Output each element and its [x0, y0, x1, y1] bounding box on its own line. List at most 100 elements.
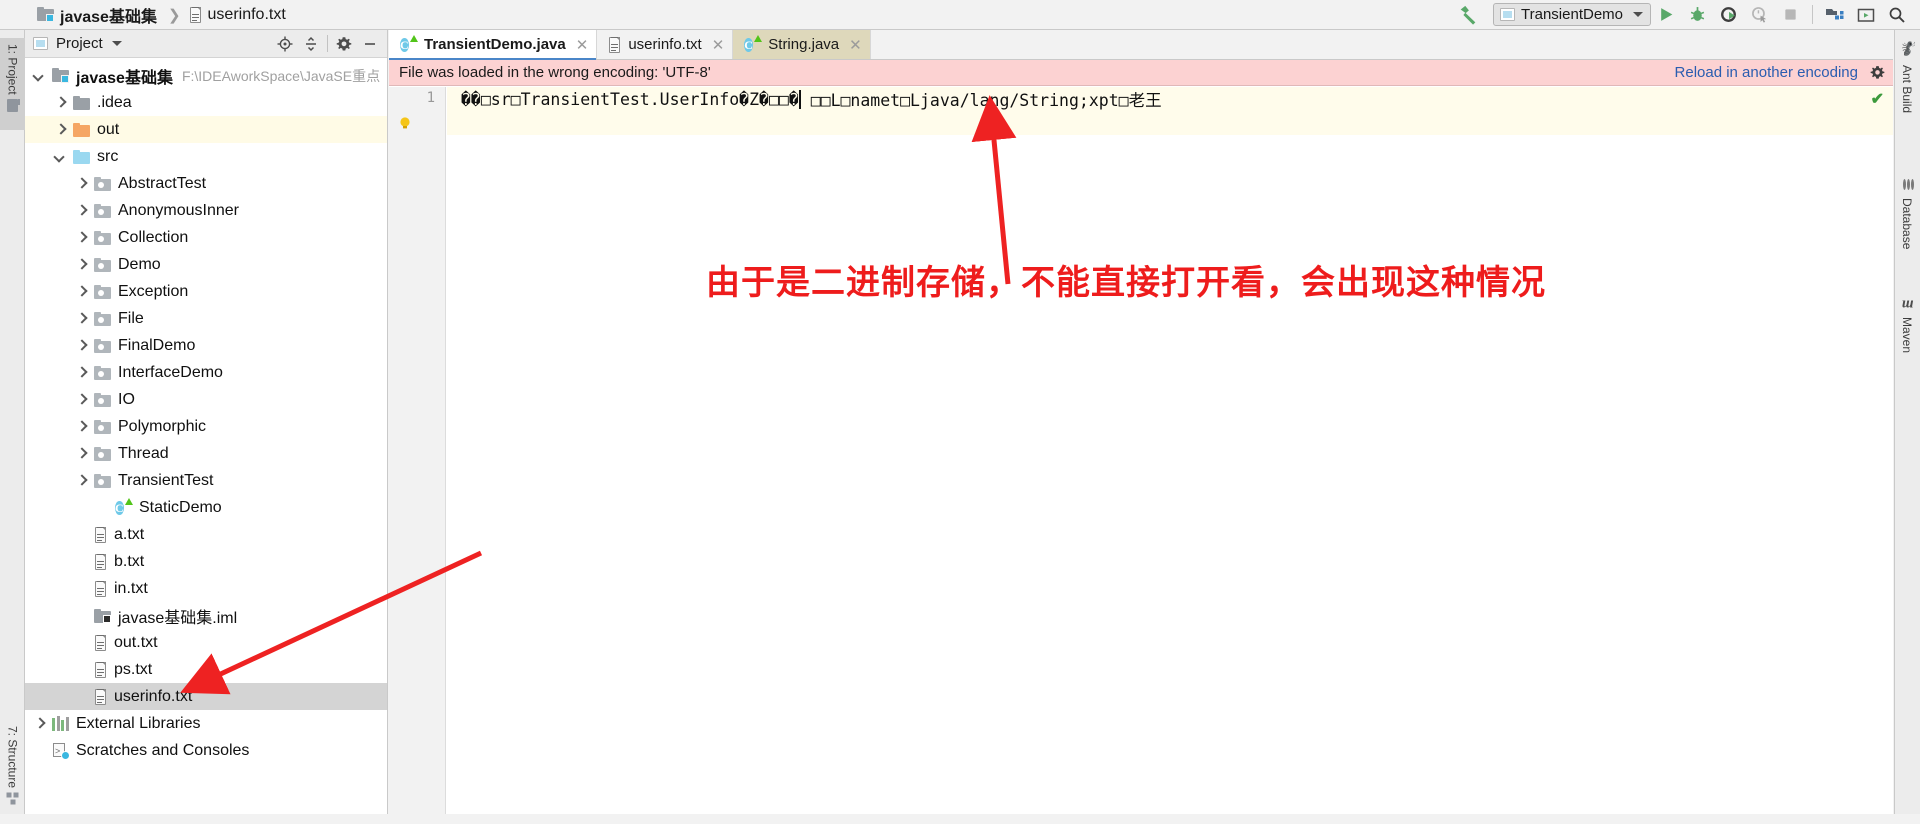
tree-row[interactable]: src: [25, 143, 387, 170]
reload-in-another-encoding-link[interactable]: Reload in another encoding: [1675, 64, 1858, 81]
chevron-down-icon[interactable]: [33, 69, 47, 83]
close-icon[interactable]: ✕: [712, 36, 725, 54]
locate-icon: [277, 36, 293, 52]
tree-row[interactable]: Polymorphic: [25, 413, 387, 440]
chevron-right-icon[interactable]: [75, 420, 89, 434]
tree-row[interactable]: in.txt: [25, 575, 387, 602]
tree-row[interactable]: out.txt: [25, 629, 387, 656]
tree-row[interactable]: AnonymousInner: [25, 197, 387, 224]
txt-file-icon: [608, 37, 621, 53]
chevron-right-icon[interactable]: [75, 366, 89, 380]
sidebar-item-ant-build[interactable]: 🐜 Ant Build: [1894, 36, 1920, 119]
tree-row[interactable]: File: [25, 305, 387, 332]
tree-row[interactable]: javase基础集.iml: [25, 602, 387, 629]
tree-row[interactable]: TransientTest: [25, 467, 387, 494]
tree-row[interactable]: b.txt: [25, 548, 387, 575]
project-view-icon: [33, 37, 48, 50]
tree-row[interactable]: InterfaceDemo: [25, 359, 387, 386]
chevron-right-icon[interactable]: [33, 717, 47, 731]
run-button[interactable]: [1651, 0, 1682, 30]
sidebar-item-structure[interactable]: 7: Structure: [0, 720, 25, 824]
tree-row[interactable]: FinalDemo: [25, 332, 387, 359]
run-with-coverage-button[interactable]: [1713, 0, 1744, 30]
editor-tab-transientdemo-java[interactable]: CTransientDemo.java✕: [389, 30, 597, 59]
search-icon: [1888, 6, 1906, 24]
tree-row[interactable]: ps.txt: [25, 656, 387, 683]
stop-icon: [1783, 7, 1798, 22]
tree-row[interactable]: External Libraries: [25, 710, 387, 737]
tree-row-label: TransientTest: [118, 472, 213, 490]
panel-divider: [327, 35, 328, 52]
chevron-right-icon[interactable]: [54, 96, 68, 110]
txt-file-icon: [94, 689, 107, 705]
code-line-1[interactable]: ��□sr□TransientTest.UserInfo�Z�□□� □□L□n…: [447, 87, 1893, 111]
breadcrumb-file[interactable]: userinfo.txt: [186, 0, 289, 30]
locate-file-button[interactable]: [272, 31, 298, 57]
tree-row[interactable]: CStaticDemo: [25, 494, 387, 521]
tree-row[interactable]: out: [25, 116, 387, 143]
settings-button[interactable]: [331, 31, 357, 57]
breadcrumb-project[interactable]: javase基础集: [34, 0, 160, 30]
tree-row-label: Polymorphic: [118, 418, 206, 436]
sidebar-item-project[interactable]: 1: Project: [0, 38, 25, 130]
code-line-blank[interactable]: [447, 111, 1893, 135]
tree-row-label: IO: [118, 391, 135, 409]
hide-panel-button[interactable]: [357, 31, 383, 57]
tree-row[interactable]: .idea: [25, 89, 387, 116]
editor-tab-string-java[interactable]: CString.java✕: [733, 30, 870, 59]
tree-row[interactable]: a.txt: [25, 521, 387, 548]
encoding-settings-button[interactable]: [1870, 65, 1885, 80]
close-icon[interactable]: ✕: [849, 36, 862, 54]
collapse-all-button[interactable]: [298, 31, 324, 57]
editor-tab-userinfo-txt[interactable]: userinfo.txt ✕: [597, 30, 733, 59]
chevron-right-icon[interactable]: [75, 258, 89, 272]
tree-row[interactable]: Thread: [25, 440, 387, 467]
tree-row-label: Collection: [118, 229, 188, 247]
search-everywhere-button[interactable]: [1881, 0, 1912, 30]
editor-tab-label: userinfo.txt: [628, 36, 701, 53]
tree-indent-spacer: [75, 663, 89, 677]
build-button[interactable]: [1452, 0, 1483, 30]
run-configuration-selector[interactable]: TransientDemo: [1493, 3, 1651, 26]
sidebar-item-maven[interactable]: m Maven: [1894, 292, 1920, 359]
chevron-right-icon[interactable]: [75, 231, 89, 245]
tree-row[interactable]: Exception: [25, 278, 387, 305]
project-tree[interactable]: javase基础集 F:\IDEAworkSpace\JavaSE重点 .ide…: [25, 59, 387, 814]
tree-row[interactable]: AbstractTest: [25, 170, 387, 197]
inspection-status-icon[interactable]: ✔: [1871, 89, 1884, 109]
tree-row[interactable]: >Scratches and Consoles: [25, 737, 387, 764]
tree-row[interactable]: userinfo.txt: [25, 683, 387, 710]
chevron-right-icon[interactable]: [75, 204, 89, 218]
sidebar-item-database[interactable]: Database: [1894, 172, 1920, 255]
tree-row-label: AbstractTest: [118, 175, 206, 193]
chevron-right-icon[interactable]: [75, 393, 89, 407]
tree-row[interactable]: IO: [25, 386, 387, 413]
debug-button[interactable]: [1682, 0, 1713, 30]
editor-tab-bar: CTransientDemo.java✕userinfo.txt✕CString…: [389, 30, 1893, 60]
chevron-down-icon[interactable]: [54, 150, 68, 164]
chevron-right-icon[interactable]: [75, 474, 89, 488]
chevron-right-icon[interactable]: [54, 123, 68, 137]
chevron-right-icon[interactable]: [75, 312, 89, 326]
chevron-right-icon[interactable]: [75, 177, 89, 191]
gear-icon: [1870, 65, 1885, 80]
profile-button[interactable]: [1744, 0, 1775, 30]
stop-button: [1775, 0, 1806, 30]
tree-row[interactable]: Demo: [25, 251, 387, 278]
code-editor-pane[interactable]: 1 ��□sr□TransientTest.UserInfo�Z�□□� □□L…: [389, 87, 1893, 814]
project-panel-title: Project: [56, 35, 103, 52]
chevron-down-icon[interactable]: [112, 41, 122, 46]
update-button[interactable]: [1850, 0, 1881, 30]
tree-row-root[interactable]: javase基础集 F:\IDEAworkSpace\JavaSE重点: [25, 62, 387, 89]
encoding-warning-bar: File was loaded in the wrong encoding: '…: [389, 60, 1893, 86]
run-coverage-icon: [1720, 6, 1737, 23]
chevron-right-icon[interactable]: [75, 447, 89, 461]
tree-row-label: Scratches and Consoles: [76, 742, 249, 760]
code-text-after-caret: □□L□namet□Ljava/lang/String;xpt□老王: [801, 87, 1162, 111]
chevron-right-icon[interactable]: [75, 285, 89, 299]
intention-bulb-icon[interactable]: [398, 116, 412, 130]
chevron-right-icon[interactable]: [75, 339, 89, 353]
close-icon[interactable]: ✕: [576, 36, 589, 54]
project-structure-button[interactable]: [1819, 0, 1850, 30]
tree-row[interactable]: Collection: [25, 224, 387, 251]
